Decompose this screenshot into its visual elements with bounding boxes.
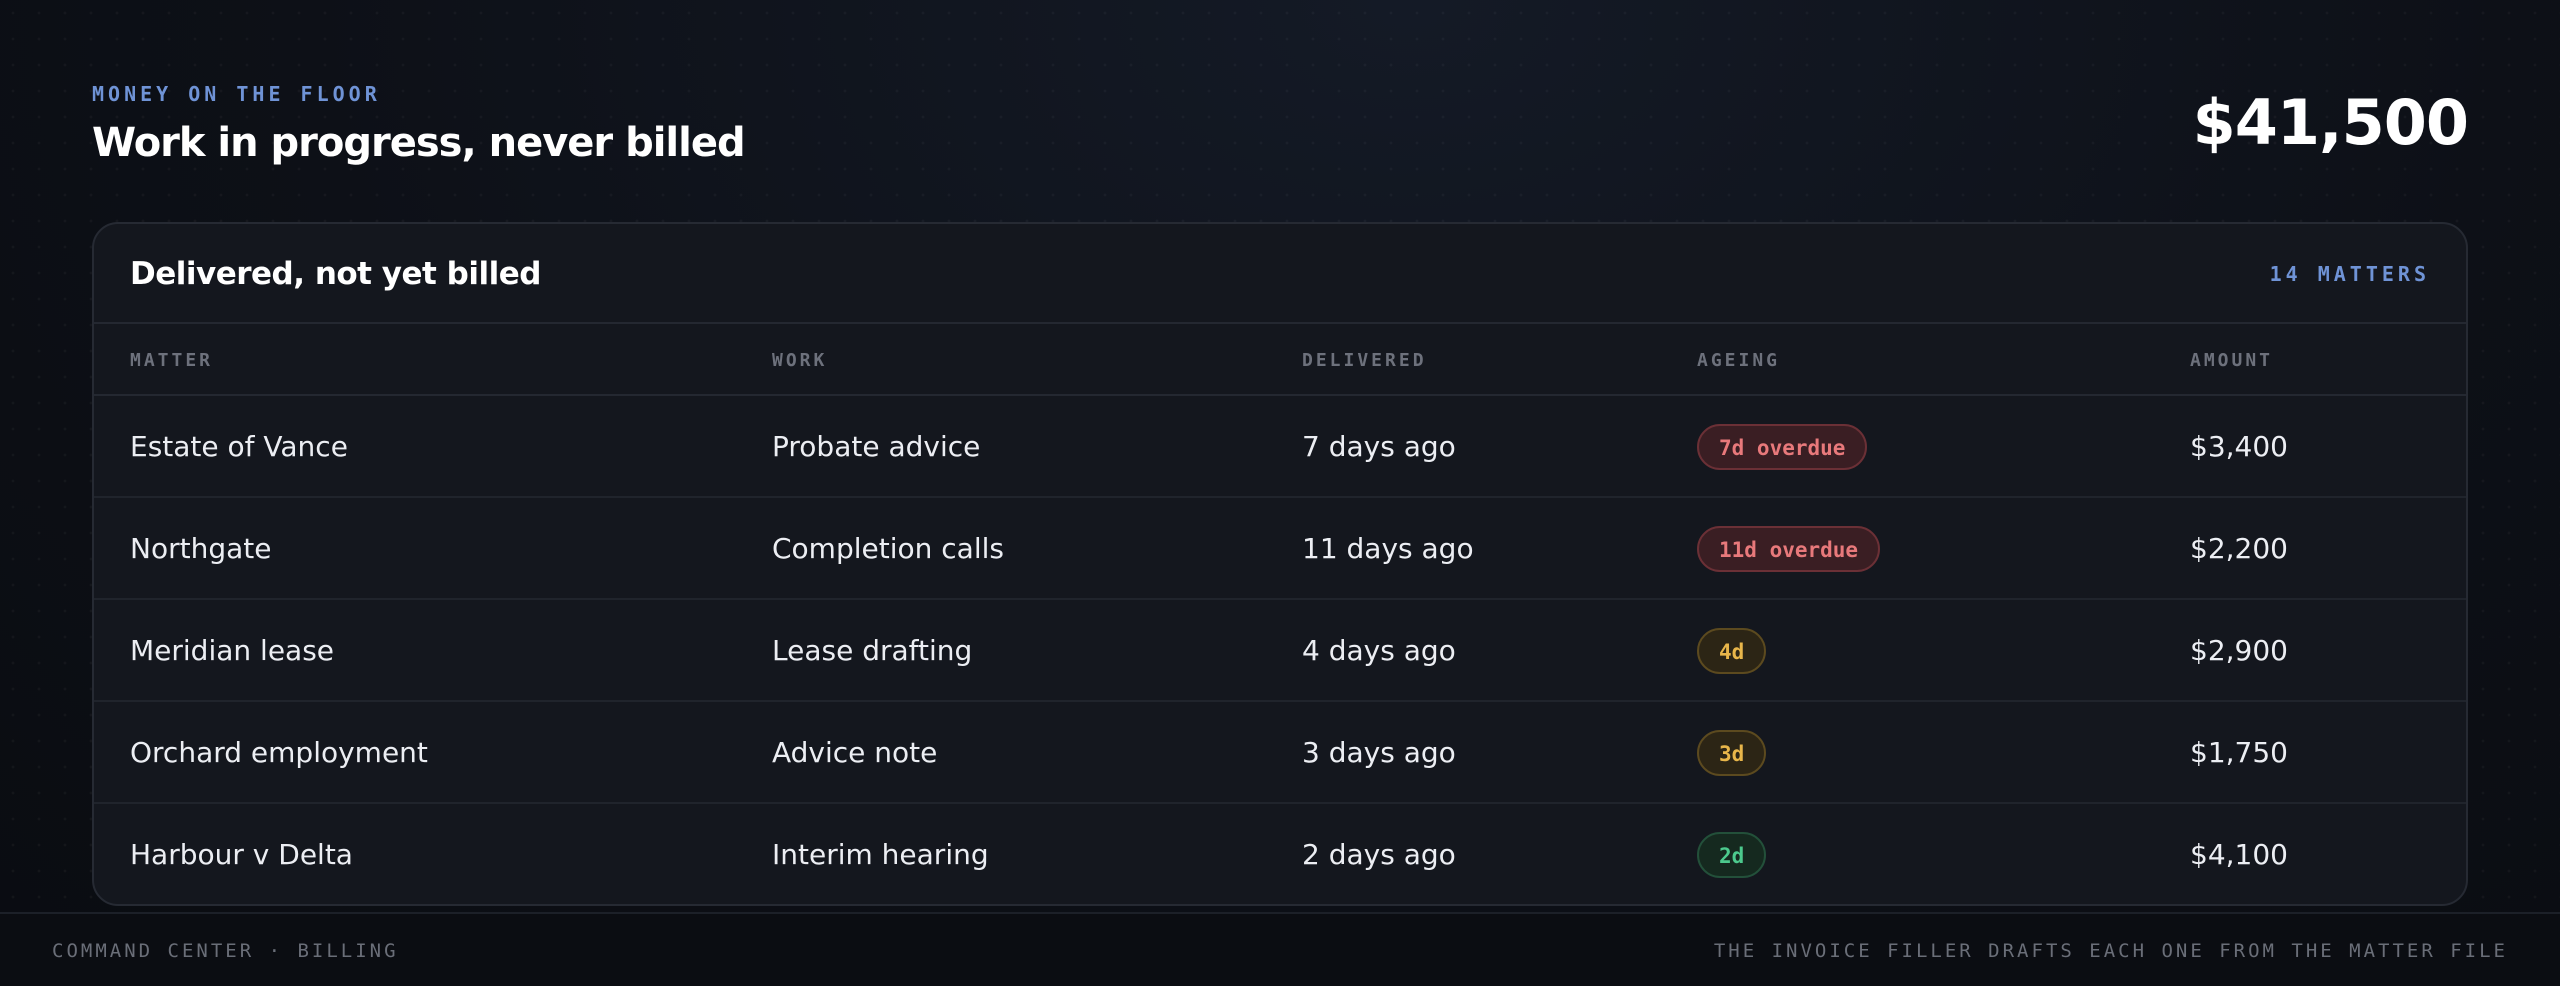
matter-cell: Northgate bbox=[130, 532, 272, 565]
delivered-cell: 11 days ago bbox=[1302, 532, 1474, 565]
card-header: Delivered, not yet billed 14 MATTERS bbox=[94, 224, 2466, 324]
amount-cell: $3,400 bbox=[2190, 430, 2288, 463]
page-footer: COMMAND CENTER · BILLING THE INVOICE FIL… bbox=[0, 912, 2560, 986]
work-cell: Advice note bbox=[772, 736, 938, 769]
ageing-badge: 4d bbox=[1697, 628, 1767, 674]
footer-breadcrumb: COMMAND CENTER · BILLING bbox=[52, 940, 399, 962]
table-row[interactable]: Meridian lease Lease drafting 4 days ago… bbox=[94, 600, 2466, 702]
page-title: Work in progress, never billed bbox=[92, 120, 746, 166]
delivered-cell: 4 days ago bbox=[1302, 634, 1456, 667]
ageing-badge: 2d bbox=[1697, 832, 1767, 878]
footer-note: THE INVOICE FILLER DRAFTS EACH ONE FROM … bbox=[1713, 940, 2508, 962]
ageing-badge: 7d overdue bbox=[1697, 424, 1868, 470]
amount-cell: $2,900 bbox=[2190, 634, 2288, 667]
work-cell: Probate advice bbox=[772, 430, 981, 463]
total-amount: $41,500 bbox=[2192, 86, 2469, 159]
page-header: MONEY ON THE FLOOR Work in progress, nev… bbox=[92, 80, 2469, 180]
matter-cell: Estate of Vance bbox=[130, 430, 348, 463]
column-header-delivered: DELIVERED bbox=[1302, 350, 1427, 371]
table-row[interactable]: Harbour v Delta Interim hearing 2 days a… bbox=[94, 804, 2466, 904]
amount-cell: $2,200 bbox=[2190, 532, 2288, 565]
work-cell: Completion calls bbox=[772, 532, 1004, 565]
delivered-cell: 2 days ago bbox=[1302, 838, 1456, 871]
table-header: MATTER WORK DELIVERED AGEING AMOUNT bbox=[94, 324, 2466, 396]
matter-cell: Orchard employment bbox=[130, 736, 428, 769]
delivered-cell: 3 days ago bbox=[1302, 736, 1456, 769]
matter-cell: Meridian lease bbox=[130, 634, 335, 667]
ageing-badge: 3d bbox=[1697, 730, 1767, 776]
amount-cell: $1,750 bbox=[2190, 736, 2288, 769]
table-row[interactable]: Northgate Completion calls 11 days ago 1… bbox=[94, 498, 2466, 600]
column-header-matter: MATTER bbox=[130, 350, 214, 371]
eyebrow-label: MONEY ON THE FLOOR bbox=[92, 82, 381, 106]
card-title: Delivered, not yet billed bbox=[130, 256, 541, 292]
matter-cell: Harbour v Delta bbox=[130, 838, 353, 871]
table-body: Estate of Vance Probate advice 7 days ag… bbox=[94, 396, 2466, 904]
table-row[interactable]: Estate of Vance Probate advice 7 days ag… bbox=[94, 396, 2466, 498]
ageing-badge: 11d overdue bbox=[1697, 526, 1881, 572]
work-cell: Interim hearing bbox=[772, 838, 989, 871]
amount-cell: $4,100 bbox=[2190, 838, 2288, 871]
work-cell: Lease drafting bbox=[772, 634, 973, 667]
matters-count: 14 MATTERS bbox=[2269, 262, 2430, 286]
column-header-ageing: AGEING bbox=[1697, 350, 1781, 371]
column-header-work: WORK bbox=[772, 350, 828, 371]
unbilled-work-card: Delivered, not yet billed 14 MATTERS MAT… bbox=[92, 222, 2468, 906]
column-header-amount: AMOUNT bbox=[2190, 350, 2274, 371]
table-row[interactable]: Orchard employment Advice note 3 days ag… bbox=[94, 702, 2466, 804]
delivered-cell: 7 days ago bbox=[1302, 430, 1456, 463]
